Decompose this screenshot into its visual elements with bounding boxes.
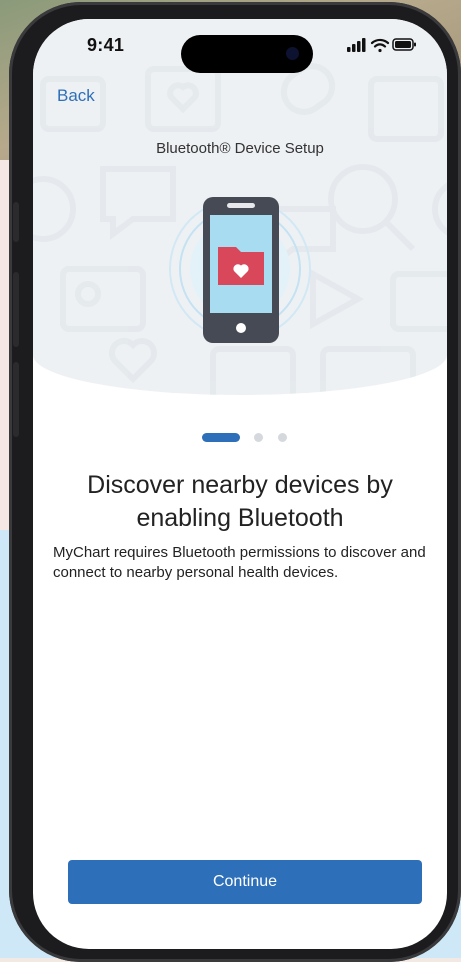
volume-down-button <box>13 362 19 437</box>
status-icons <box>347 38 416 53</box>
wifi-icon <box>370 38 390 53</box>
cellular-signal-icon <box>347 38 366 52</box>
phone-with-health-folder-icon <box>169 197 311 343</box>
status-time: 9:41 <box>87 35 125 55</box>
status-bar: 9:41 <box>33 19 447 73</box>
volume-up-button <box>13 272 19 347</box>
page-dot <box>278 433 287 442</box>
phone-frame: 9:41 Back Bluetooth® Device Setup Discov… <box>9 2 461 962</box>
continue-button[interactable]: Continue <box>68 860 422 904</box>
header-illustration-area: 9:41 Back Bluetooth® Device Setup <box>33 19 447 395</box>
silent-switch <box>13 202 19 242</box>
onboarding-body: MyChart requires Bluetooth permissions t… <box>53 544 426 581</box>
page-dot-active <box>202 433 240 442</box>
page-dot <box>254 433 263 442</box>
battery-icon <box>392 38 416 51</box>
dynamic-island <box>181 35 313 73</box>
onboarding-heading: Discover nearby devices by enabling Blue… <box>87 471 393 532</box>
page-title: Bluetooth® Device Setup <box>156 140 324 157</box>
back-button[interactable]: Back <box>57 86 95 106</box>
page-indicator <box>33 431 447 442</box>
phone-screen: 9:41 Back Bluetooth® Device Setup Discov… <box>33 19 447 949</box>
camera-icon <box>286 47 299 60</box>
